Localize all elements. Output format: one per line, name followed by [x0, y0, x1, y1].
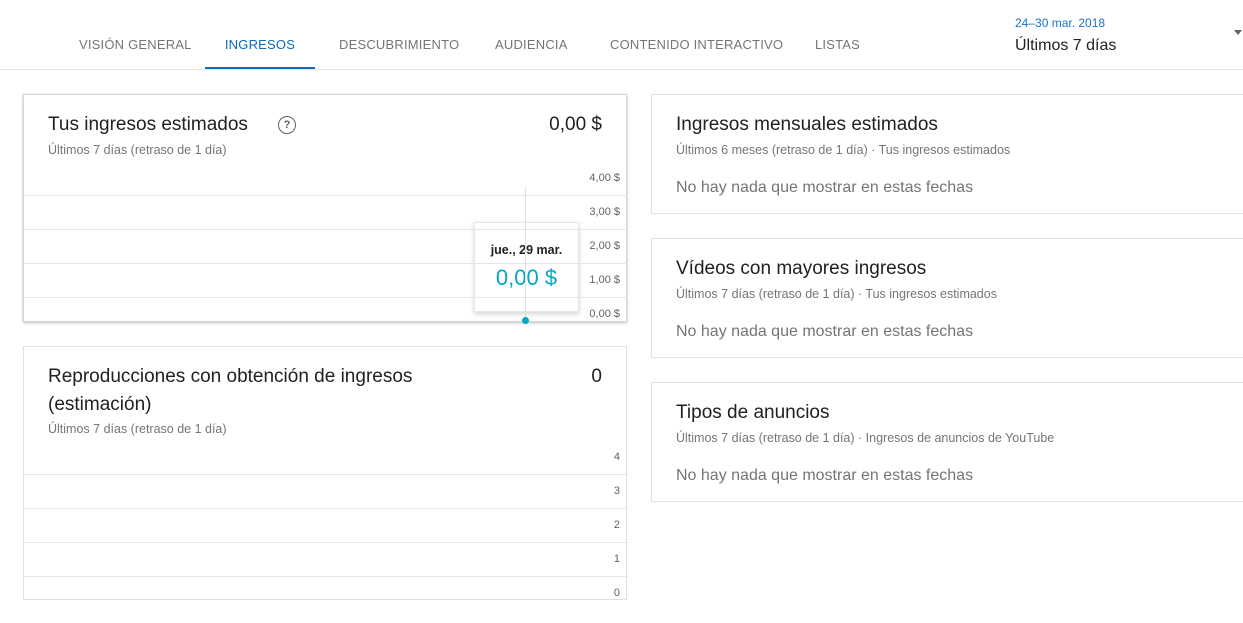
chart-tooltip: jue., 29 mar. 0,00 $ [474, 222, 579, 312]
card-title: Vídeos con mayores ingresos [676, 258, 927, 279]
revenue-chart-gridline [24, 195, 628, 196]
empty-message: No hay nada que mostrar en estas fechas [676, 467, 974, 484]
views-chart-y-tick: 2 [613, 519, 620, 531]
revenue-chart-y-tick: 1,00 $ [589, 274, 620, 286]
help-icon[interactable]: ? [278, 116, 296, 134]
revenue-chart-gridline [24, 297, 628, 298]
revenue-chart-y-tick: 0,00 $ [589, 308, 620, 320]
views-chart-y-tick: 1 [613, 553, 620, 565]
views-chart-y-tick: 4 [613, 451, 620, 463]
hover-line [525, 187, 526, 321]
tab-listas[interactable]: LISTAS [791, 0, 884, 69]
revenue-chart-y-tick: 3,00 $ [589, 206, 620, 218]
tab-contenido-interactivo[interactable]: CONTENIDO INTERACTIVO [586, 0, 807, 69]
card-title-line1: Reproducciones con obtención de ingresos [48, 366, 413, 387]
empty-message: No hay nada que mostrar en estas fechas [676, 323, 974, 340]
tab-descubrimiento[interactable]: DESCUBRIMIENTO [315, 0, 483, 69]
monthly-revenue-card: Ingresos mensuales estimados Últimos 6 m… [651, 94, 1243, 214]
card-title-line2: (estimación) [48, 394, 152, 415]
period-selector[interactable]: Últimos 7 días [1015, 37, 1116, 55]
revenue-chart-gridline [24, 229, 628, 230]
card-title: Tipos de anuncios [676, 402, 830, 423]
card-subtitle: Últimos 7 días (retraso de 1 día) · Ingr… [676, 431, 1055, 445]
card-subtitle: Últimos 7 días (retraso de 1 día) [48, 422, 227, 436]
tooltip-value: 0,00 $ [495, 265, 558, 290]
card-subtitle: Últimos 7 días (retraso de 1 día) · Tus … [676, 287, 997, 301]
data-point[interactable] [522, 317, 529, 324]
tab-audiencia[interactable]: AUDIENCIA [471, 0, 592, 69]
views-chart-y-tick: 3 [613, 485, 620, 497]
card-subtitle: Últimos 7 días (retraso de 1 día) [48, 143, 227, 157]
estimated-revenue-card: Tus ingresos estimados ? 0,00 $ Últimos … [23, 94, 628, 324]
views-total: 0 [591, 366, 602, 387]
top-nav-bar: VISIÓN GENERAL INGRESOS DESCUBRIMIENTO A… [0, 0, 1243, 70]
revenue-chart-y-tick: 2,00 $ [589, 240, 620, 252]
tab-vision-general[interactable]: VISIÓN GENERAL [55, 0, 216, 69]
top-videos-card: Vídeos con mayores ingresos Últimos 7 dí… [651, 238, 1243, 358]
views-chart-gridline [24, 474, 628, 475]
revenue-chart-gridline [24, 263, 628, 264]
empty-message: No hay nada que mostrar en estas fechas [676, 179, 974, 196]
card-title: Tus ingresos estimados [48, 114, 248, 135]
views-chart-gridline [24, 508, 628, 509]
monetized-views-card: Reproducciones con obtención de ingresos… [23, 346, 628, 600]
tab-ingresos[interactable]: INGRESOS [205, 0, 315, 69]
date-range-label[interactable]: 24–30 mar. 2018 [1015, 16, 1105, 30]
views-chart-gridline [24, 576, 628, 577]
views-chart-gridline [24, 542, 628, 543]
views-chart-y-tick: 0 [613, 587, 620, 599]
card-title: Ingresos mensuales estimados [676, 114, 938, 135]
tooltip-date: jue., 29 mar. [490, 243, 563, 257]
chevron-down-icon[interactable] [1234, 30, 1242, 35]
ad-types-card: Tipos de anuncios Últimos 7 días (retras… [651, 382, 1243, 502]
revenue-chart-y-tick: 4,00 $ [589, 172, 620, 184]
revenue-total: 0,00 $ [549, 114, 602, 135]
card-subtitle: Últimos 6 meses (retraso de 1 día) · Tus… [676, 143, 1011, 157]
